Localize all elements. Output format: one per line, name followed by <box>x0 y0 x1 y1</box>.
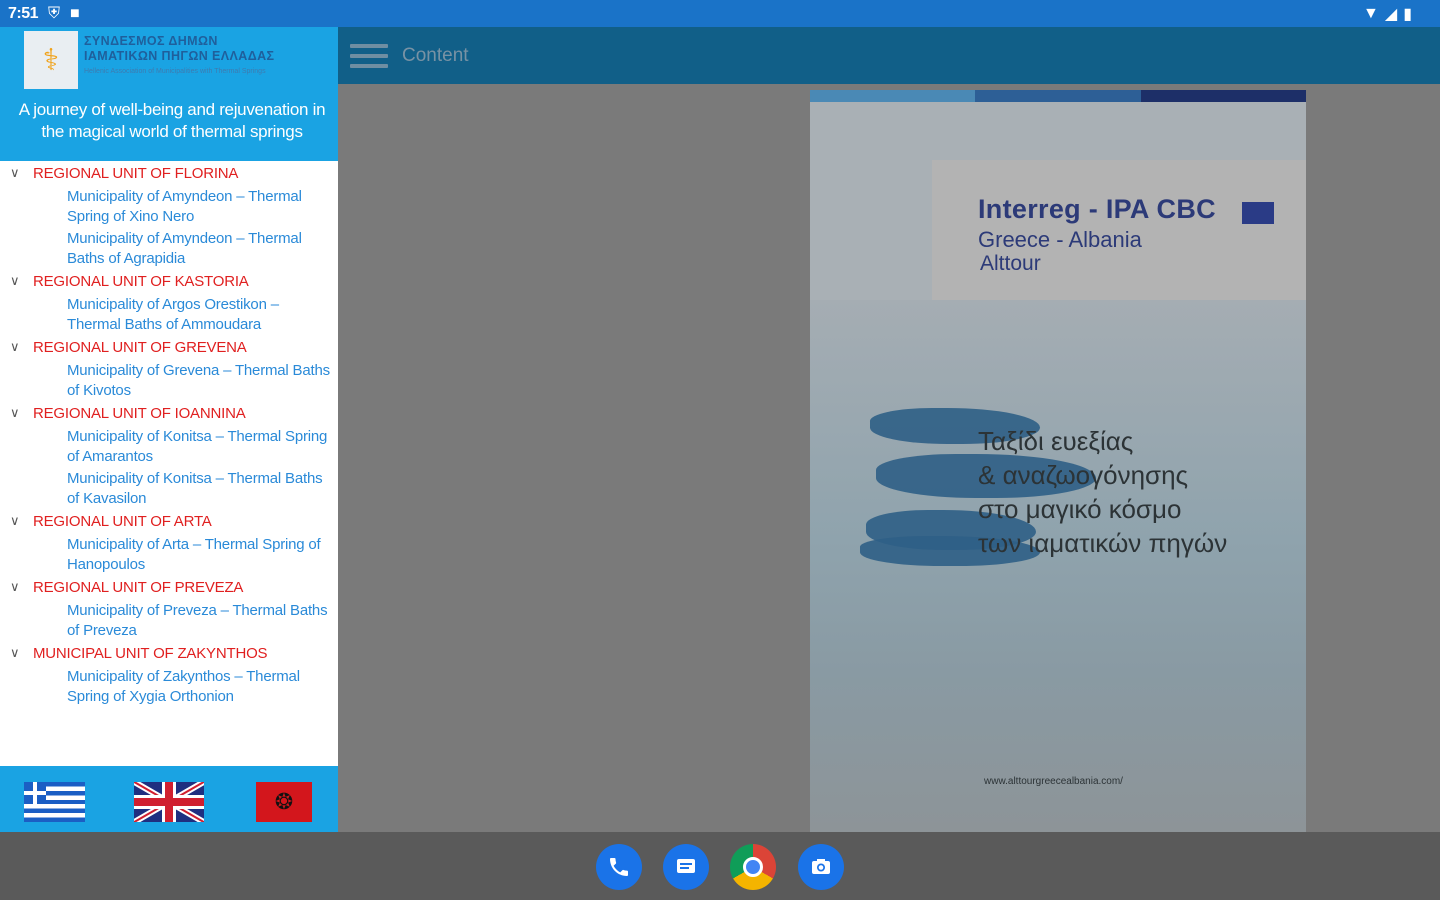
poster-bar-segment <box>1140 90 1306 102</box>
region-label: REGIONAL UNIT OF PREVEZA <box>33 579 244 596</box>
region-label: MUNICIPAL UNIT OF ZAKYNTHOS <box>33 645 268 662</box>
status-bar: 7:51 ⛨ ■ ▼ ◢ ▮ <box>0 0 1440 27</box>
poster-greek-line: στο μαγικό κόσμο <box>978 494 1182 524</box>
hamburger-menu-icon[interactable] <box>350 41 388 71</box>
navigation-drawer: ⚕ ΣΥΝΔΕΣΜΟΣ ΔΗΜΩΝ ΙΑΜΑΤΙΚΩΝ ΠΗΓΩΝ ΕΛΛΑΔΑ… <box>0 27 338 832</box>
region-header[interactable]: ∨ MUNICIPAL UNIT OF ZAKYNTHOS <box>0 643 338 665</box>
sd-card-icon: ■ <box>70 4 80 22</box>
spring-list-item[interactable]: Municipality of Amyndeon – Thermal Sprin… <box>0 187 338 227</box>
messages-icon[interactable] <box>663 844 709 890</box>
spring-list-item[interactable]: Municipality of Konitsa – Thermal Spring… <box>0 427 338 467</box>
phone-icon[interactable] <box>596 844 642 890</box>
region-header[interactable]: ∨ REGIONAL UNIT OF PREVEZA <box>0 577 338 599</box>
chrome-icon[interactable] <box>730 844 776 890</box>
poster-bar-segment <box>810 90 976 102</box>
organization-logo: ⚕ <box>24 31 78 89</box>
chevron-down-icon[interactable]: ∨ <box>10 579 20 595</box>
poster-program: Interreg - IPA CBC <box>978 194 1216 224</box>
poster-greek-line: των ιαματικών πηγών <box>978 528 1228 558</box>
drawer-header: ⚕ ΣΥΝΔΕΣΜΟΣ ΔΗΜΩΝ ΙΑΜΑΤΙΚΩΝ ΠΗΓΩΝ ΕΛΛΑΔΑ… <box>0 27 338 161</box>
app-bar: Content <box>338 27 1440 84</box>
shield-icon: ⛨ <box>48 4 61 22</box>
region-label: REGIONAL UNIT OF IOANNINA <box>33 405 246 422</box>
app-bar-title: Content <box>402 44 469 66</box>
status-time: 7:51 <box>8 4 39 22</box>
spring-list-item[interactable]: Municipality of Amyndeon – Thermal Baths… <box>0 229 338 269</box>
region-header[interactable]: ∨ REGIONAL UNIT OF IOANNINA <box>0 403 338 425</box>
greek-flag-button[interactable] <box>24 782 85 822</box>
poster-greek-line: Ταξίδι ευεξίας <box>978 426 1134 456</box>
spring-list-item[interactable]: Municipality of Preveza – Thermal Baths … <box>0 601 338 641</box>
uk-flag-button[interactable] <box>134 782 204 822</box>
content-area[interactable]: Interreg - IPA CBC Greece - Albania Altt… <box>338 84 1440 832</box>
spring-list-item[interactable]: Municipality of Arta – Thermal Spring of… <box>0 535 338 575</box>
poster-greek-line: & αναζωογόνησης <box>978 460 1189 490</box>
region-header[interactable]: ∨ REGIONAL UNIT OF GREVENA <box>0 337 338 359</box>
spring-list-item[interactable]: Municipality of Argos Orestikon – Therma… <box>0 295 338 335</box>
status-right: ▼ ◢ ▮ <box>1363 4 1432 24</box>
poster-background <box>810 300 1306 832</box>
spring-list-item[interactable]: Municipality of Grevena – Thermal Baths … <box>0 361 338 401</box>
region-label: REGIONAL UNIT OF FLORINA <box>33 165 239 182</box>
chevron-down-icon[interactable]: ∨ <box>10 645 20 661</box>
drawer-tagline: A journey of well-being and rejuvenation… <box>18 100 326 141</box>
poster-countries: Greece - Albania <box>978 227 1142 252</box>
wifi-icon: ▼ <box>1363 4 1379 22</box>
logo-icon: ⚕ <box>42 43 60 77</box>
poster-color-bar <box>810 90 1306 102</box>
camera-icon[interactable] <box>798 844 844 890</box>
org-name-line1: ΣΥΝΔΕΣΜΟΣ ΔΗΜΩΝ <box>84 34 218 48</box>
region-tree: ∨ REGIONAL UNIT OF FLORINA Municipality of… <box>0 163 338 709</box>
system-nav-bar <box>0 832 1440 900</box>
chevron-down-icon[interactable]: ∨ <box>10 513 20 529</box>
greek-flag-icon <box>24 782 46 804</box>
region-label: REGIONAL UNIT OF KASTORIA <box>33 273 249 290</box>
poster-project: Alttour <box>980 252 1041 275</box>
poster-bar-segment <box>975 90 1141 102</box>
org-name-line2: ΙΑΜΑΤΙΚΩΝ ΠΗΓΩΝ ΕΛΛΑΔΑΣ <box>84 49 275 63</box>
app-screen: 7:51 ⛨ ■ ▼ ◢ ▮ Interreg - IPA CBC Greece… <box>0 0 1440 900</box>
language-selector: ❂ <box>0 766 338 832</box>
region-label: REGIONAL UNIT OF ARTA <box>33 513 212 530</box>
spring-list-item[interactable]: Municipality of Konitsa – Thermal Baths … <box>0 469 338 509</box>
spring-list-item[interactable]: Municipality of Zakynthos – Thermal Spri… <box>0 667 338 707</box>
eagle-icon: ❂ <box>274 789 294 814</box>
chevron-down-icon[interactable]: ∨ <box>10 273 20 289</box>
org-name-line3: Hellenic Association of Municipalities w… <box>84 68 266 75</box>
battery-icon: ▮ <box>1403 5 1412 23</box>
eu-flag-icon <box>1242 202 1274 224</box>
region-header[interactable]: ∨ REGIONAL UNIT OF KASTORIA <box>0 271 338 293</box>
poster-image: Interreg - IPA CBC Greece - Albania Altt… <box>810 90 1306 832</box>
chevron-down-icon[interactable]: ∨ <box>10 165 20 181</box>
poster-url: www.alttourgreecealbania.com/ <box>984 776 1123 787</box>
chevron-down-icon[interactable]: ∨ <box>10 339 20 355</box>
region-header[interactable]: ∨ REGIONAL UNIT OF FLORINA <box>0 163 338 185</box>
chevron-down-icon[interactable]: ∨ <box>10 405 20 421</box>
region-label: REGIONAL UNIT OF GREVENA <box>33 339 247 356</box>
region-header[interactable]: ∨ REGIONAL UNIT OF ARTA <box>0 511 338 533</box>
albania-flag-button[interactable]: ❂ <box>256 782 312 822</box>
signal-icon: ◢ <box>1384 5 1398 23</box>
